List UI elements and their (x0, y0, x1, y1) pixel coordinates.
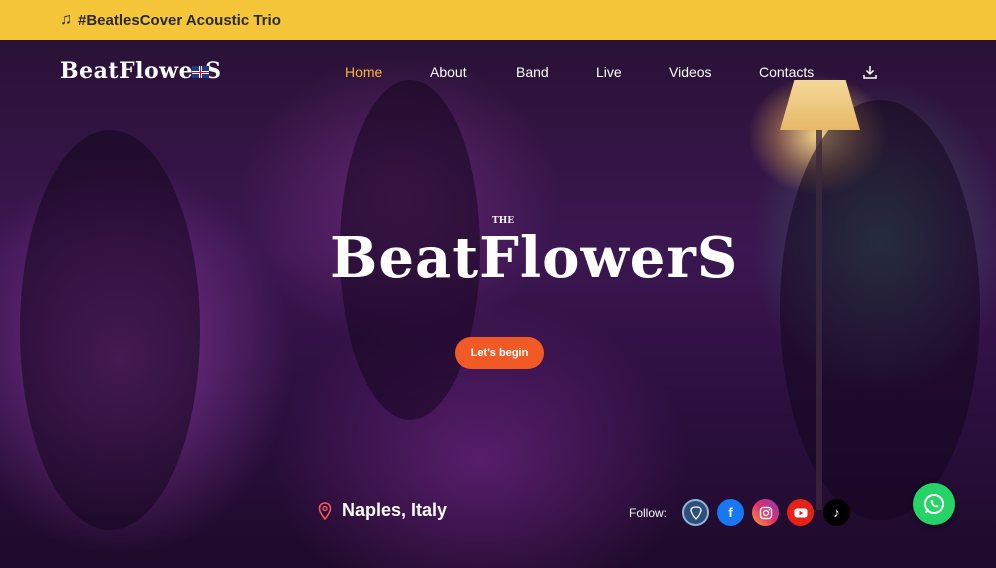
location: Naples, Italy (318, 500, 447, 521)
hero-section: BeatFlowerS Home About Band Live Videos … (0, 40, 996, 568)
lets-begin-button[interactable]: Let's begin (455, 337, 544, 369)
nav-item-live[interactable]: Live (596, 64, 622, 80)
performer-silhouette-right (780, 100, 980, 520)
instagram-icon[interactable] (752, 499, 779, 526)
download-icon[interactable] (862, 64, 878, 80)
follow-label: Follow: (629, 506, 668, 520)
facebook-icon[interactable]: f (717, 499, 744, 526)
whatsapp-icon[interactable] (913, 483, 955, 525)
nav-item-home[interactable]: Home (345, 64, 382, 80)
performer-silhouette-left (20, 130, 200, 530)
nav-item-about[interactable]: About (430, 64, 467, 80)
tiktok-icon[interactable]: ♪ (823, 499, 850, 526)
music-note-icon: ♫ (60, 11, 72, 28)
lamp-pole (816, 130, 822, 510)
guitar-pick-icon[interactable] (682, 499, 709, 526)
main-nav: BeatFlowerS Home About Band Live Videos … (0, 40, 996, 108)
map-pin-icon (318, 501, 332, 520)
hero-title: BeatFlowerS (330, 225, 739, 291)
nav-item-contacts[interactable]: Contacts (759, 64, 814, 80)
topbar: ♫ #BeatlesCover Acoustic Trio (0, 0, 996, 40)
nav-item-band[interactable]: Band (516, 64, 549, 80)
uk-flag-icon[interactable] (192, 66, 209, 78)
topbar-text: #BeatlesCover Acoustic Trio (78, 11, 281, 29)
youtube-icon[interactable] (787, 499, 814, 526)
nav-item-videos[interactable]: Videos (669, 64, 712, 80)
location-text: Naples, Italy (342, 500, 448, 520)
